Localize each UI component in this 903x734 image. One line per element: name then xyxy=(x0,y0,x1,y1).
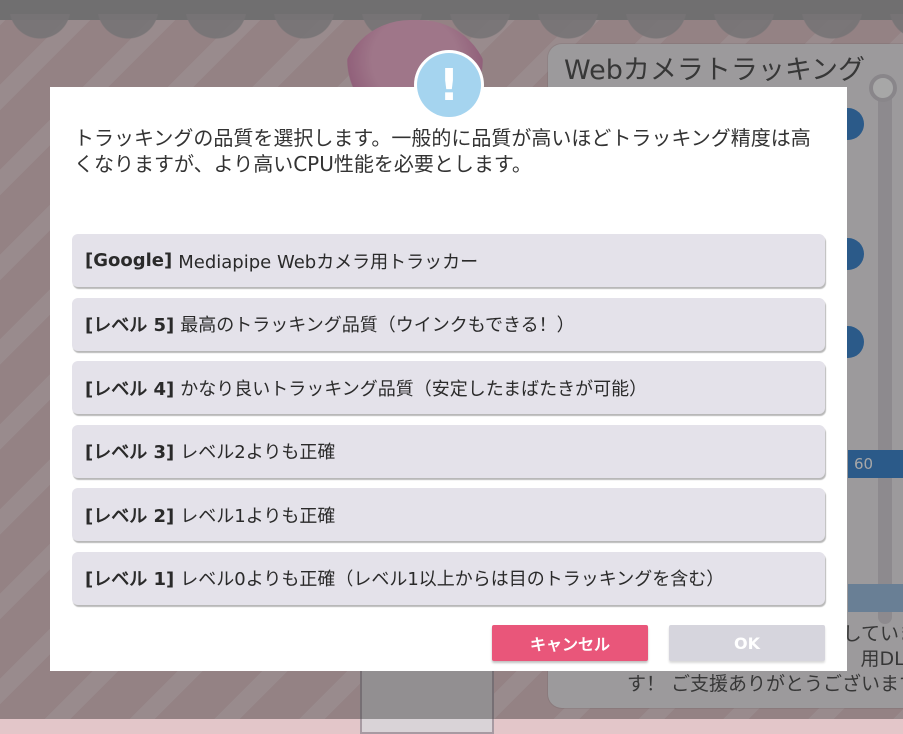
option-level-2[interactable]: [レベル 2] レベル1よりも正確 xyxy=(72,488,825,541)
option-tag: [レベル 4] xyxy=(85,378,175,400)
ok-button[interactable]: OK xyxy=(669,625,825,661)
option-label: レベル0よりも正確（レベル1以上からは目のトラッキングを含む） xyxy=(180,569,725,590)
option-tag: [レベル 5] xyxy=(85,315,175,336)
alert-badge: ! xyxy=(414,50,484,120)
option-tag: [Google] xyxy=(85,250,173,271)
option-google-mediapipe[interactable]: [Google] Mediapipe Webカメラ用トラッカー xyxy=(72,234,825,287)
option-level-4[interactable]: [レベル 4] かなり良いトラッキング品質（安定したまばたきが可能） xyxy=(72,361,825,414)
option-label: かなり良いトラッキング品質（安定したまばたきが可能） xyxy=(180,378,648,400)
option-label: Mediapipe Webカメラ用トラッカー xyxy=(178,251,479,273)
exclamation-icon: ! xyxy=(417,53,481,117)
option-label: レベル1よりも正確 xyxy=(180,505,336,527)
option-label: レベル2よりも正確 xyxy=(180,442,336,463)
option-level-1[interactable]: [レベル 1] レベル0よりも正確（レベル1以上からは目のトラッキングを含む） xyxy=(72,551,825,605)
option-tag: [レベル 3] xyxy=(85,442,175,463)
option-label: 最高のトラッキング品質（ウインクもできる！） xyxy=(180,315,575,336)
tracking-quality-dialog: トラッキングの品質を選択します。一般的に品質が高いほどトラッキング精度は高くなり… xyxy=(50,87,847,671)
option-tag: [レベル 2] xyxy=(85,505,175,527)
dialog-message: トラッキングの品質を選択します。一般的に品質が高いほどトラッキング精度は高くなり… xyxy=(74,126,811,176)
option-tag: [レベル 1] xyxy=(85,569,175,590)
cancel-button[interactable]: キャンセル xyxy=(492,625,648,661)
option-level-3[interactable]: [レベル 3] レベル2よりも正確 xyxy=(72,424,825,478)
quality-option-list: [Google] Mediapipe Webカメラ用トラッカー [レベル 5] … xyxy=(72,234,825,615)
option-level-5[interactable]: [レベル 5] 最高のトラッキング品質（ウインクもできる！） xyxy=(72,297,825,351)
